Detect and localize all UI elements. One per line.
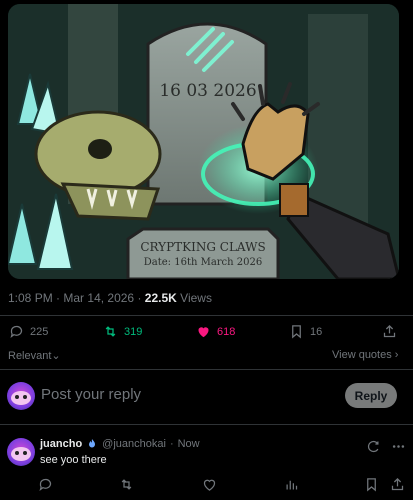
- share-icon: [391, 477, 404, 491]
- bookmark-count: 16: [310, 325, 323, 338]
- reply-share-button[interactable]: [390, 477, 405, 492]
- divider: [0, 315, 413, 316]
- reply-like-button[interactable]: [202, 477, 217, 492]
- retweet-icon: [105, 326, 116, 337]
- reply-time[interactable]: Now: [178, 438, 200, 450]
- reply-input[interactable]: Post your reply: [41, 386, 141, 403]
- view-quotes-label: View quotes: [332, 349, 392, 361]
- retweet-icon: [121, 479, 132, 490]
- crypt-illustration: 16 03 2026 CRYPTKING CLAWS Date: 16th Ma…: [8, 4, 399, 279]
- reply-header: juancho @juanchokai · Now: [40, 438, 200, 450]
- composer-avatar[interactable]: [7, 382, 35, 410]
- more-dots-icon: [392, 445, 405, 448]
- bookmark-icon: [367, 478, 376, 492]
- avatar-mascot-icon: [11, 391, 31, 405]
- post-date[interactable]: Mar 14, 2026: [63, 291, 134, 305]
- heart-icon: [203, 479, 216, 491]
- chat-bubble-icon: [10, 325, 23, 339]
- sort-relevant-dropdown[interactable]: Relevant⌄: [8, 349, 61, 362]
- like-count: 618: [217, 325, 236, 338]
- views-label[interactable]: Views: [180, 291, 212, 305]
- reply-author-name[interactable]: juancho: [40, 438, 82, 450]
- bookmark-action[interactable]: 16: [289, 324, 322, 339]
- post-actions-bar: 225 319 618 16: [0, 324, 413, 344]
- reply-action[interactable]: 225: [9, 324, 48, 339]
- sort-relevant-label: Relevant: [8, 350, 52, 362]
- chat-bubble-icon: [39, 478, 52, 492]
- more-options-button[interactable]: [391, 439, 406, 454]
- post-meta: 1:08 PM · Mar 14, 2026 · 22.5K Views: [8, 291, 212, 305]
- post-time[interactable]: 1:08 PM: [8, 291, 53, 305]
- post-media-image[interactable]: 16 03 2026 CRYPTKING CLAWS Date: 16th Ma…: [8, 4, 399, 279]
- flame-badge-icon: [89, 439, 96, 448]
- view-quotes-link[interactable]: View quotes ›: [332, 349, 398, 361]
- reply-author-handle[interactable]: @juanchokai: [102, 438, 166, 450]
- like-action[interactable]: 618: [196, 324, 235, 339]
- reply-avatar[interactable]: [7, 438, 35, 466]
- meta-separator: ·: [56, 291, 61, 305]
- retweet-count: 319: [124, 325, 143, 338]
- divider: [0, 424, 413, 425]
- meta-separator: ·: [137, 291, 142, 305]
- reply-bookmark-button[interactable]: [364, 477, 379, 492]
- grok-icon: [367, 440, 379, 453]
- share-icon: [383, 324, 396, 338]
- chevron-right-icon: ›: [394, 349, 399, 361]
- chevron-down-icon: ⌄: [51, 350, 61, 362]
- plaque-title-text: CRYPTKING CLAWS: [140, 240, 265, 254]
- reply-retweet-button[interactable]: [119, 477, 134, 492]
- reply-reply-button[interactable]: [38, 477, 53, 492]
- share-action[interactable]: [382, 324, 397, 339]
- views-count[interactable]: 22.5K: [145, 291, 177, 305]
- plaque-shape: [126, 227, 280, 279]
- reply-button[interactable]: Reply: [345, 383, 397, 408]
- reply-separator: ·: [169, 438, 174, 450]
- plaque-date-text: Date: 16th March 2026: [144, 257, 262, 268]
- bar-chart-icon: [286, 480, 298, 490]
- divider: [0, 369, 413, 370]
- bookmark-icon: [292, 325, 301, 339]
- reply-count: 225: [30, 325, 49, 338]
- grok-button[interactable]: [366, 439, 381, 454]
- retweet-action[interactable]: 319: [103, 324, 142, 339]
- avatar-mascot-icon: [11, 447, 31, 461]
- heart-icon: [198, 327, 209, 338]
- stone-date-text: 16 03 2026: [159, 81, 256, 101]
- reply-analytics-button[interactable]: [284, 477, 299, 492]
- reply-text: see yoo there: [40, 454, 107, 466]
